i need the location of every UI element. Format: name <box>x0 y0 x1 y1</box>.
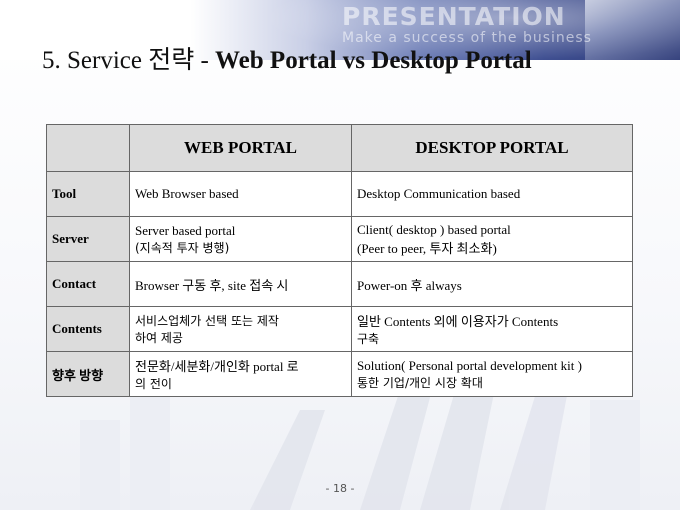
cell-line: Desktop Communication based <box>357 186 521 201</box>
cell-line: 통한 기업/개인 시장 확대 <box>357 375 483 390</box>
cell-line: 하여 제공 <box>135 331 183 345</box>
web-cell: Browser 구동 후, site 접속 시 <box>129 261 352 307</box>
banner-word: PRESENTATION <box>342 2 566 31</box>
desktop-cell: Desktop Communication based <box>351 171 633 217</box>
web-cell: Web Browser based <box>129 171 352 217</box>
cell-line: 일반 Contents 외에 이용자가 Contents <box>357 314 559 329</box>
row-label: Server <box>46 216 130 262</box>
page-number: - 18 - <box>325 482 355 495</box>
banner-person-image <box>585 0 680 60</box>
cell-line: (지속적 투자 병행) <box>135 240 230 255</box>
cell-line: Power-on 후 always <box>357 277 462 293</box>
cell-line: 전문화/세분화/개인화 portal 로 <box>135 359 299 374</box>
web-cell: Server based portal (지속적 투자 병행) <box>129 216 352 262</box>
cell-line: Browser 구동 후, site 접속 시 <box>135 277 289 293</box>
row-label: Tool <box>46 171 130 217</box>
table-row: Server Server based portal (지속적 투자 병행) Cl… <box>46 216 633 262</box>
desktop-cell: Power-on 후 always <box>351 261 633 307</box>
cell-line: 서비스업체가 선택 또는 제작 <box>135 314 279 328</box>
cell-line: Server based portal <box>135 222 236 238</box>
table-row: 향후 방향 전문화/세분화/개인화 portal 로의 전이 Solution(… <box>46 351 633 397</box>
web-cell: 서비스업체가 선택 또는 제작하여 제공 <box>129 306 352 352</box>
cell-line: (Peer to peer, 투자 최소화) <box>357 240 497 256</box>
row-label: Contents <box>46 306 130 352</box>
slide: PRESENTATION Make a success of the busin… <box>0 0 680 510</box>
cell-line: Client( desktop ) based portal <box>357 221 511 237</box>
header-corner <box>46 124 130 172</box>
page-title: 5. Service 전략 - Web Portal vs Desktop Po… <box>42 40 532 76</box>
cell-line: 구축 <box>357 332 380 346</box>
row-label: 향후 방향 <box>46 351 130 397</box>
cell-line: Web Browser based <box>135 186 239 201</box>
comparison-table: WEB PORTAL DESKTOP PORTAL Tool Web Brows… <box>46 124 633 397</box>
header-web-portal: WEB PORTAL <box>129 124 352 172</box>
web-cell: 전문화/세분화/개인화 portal 로의 전이 <box>129 351 352 397</box>
desktop-cell: Solution( Personal portal development ki… <box>351 351 633 397</box>
desktop-cell: Client( desktop ) based portal (Peer to p… <box>351 216 633 262</box>
title-prefix: 5. Service 전략 - <box>42 47 216 74</box>
table-row: Contents 서비스업체가 선택 또는 제작하여 제공 일반 Content… <box>46 306 633 352</box>
table-header-row: WEB PORTAL DESKTOP PORTAL <box>46 124 633 172</box>
title-emphasis: Web Portal vs Desktop Portal <box>215 47 532 74</box>
cell-line: 의 전이 <box>135 377 172 391</box>
header-desktop-portal: DESKTOP PORTAL <box>351 124 633 172</box>
table-row: Tool Web Browser based Desktop Communica… <box>46 171 633 217</box>
desktop-cell: 일반 Contents 외에 이용자가 Contents 구축 <box>351 306 633 352</box>
row-label: Contact <box>46 261 130 307</box>
cell-line: Solution( Personal portal development ki… <box>357 357 582 373</box>
table-row: Contact Browser 구동 후, site 접속 시 Power-on… <box>46 261 633 307</box>
